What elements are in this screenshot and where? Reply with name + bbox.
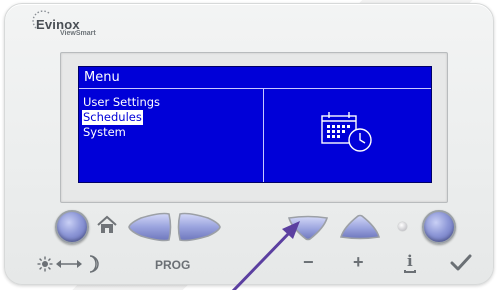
status-led [398,222,407,231]
screen-title: Menu [79,67,431,89]
up-arrow-button[interactable] [338,212,382,242]
left-arrow-button[interactable] [125,212,173,242]
plus-label: + [353,252,364,272]
brand-subname: ViewSmart [60,30,96,37]
sun-icon [37,256,53,272]
prog-label: PROG [155,258,191,272]
right-arrow-button[interactable] [176,212,224,242]
screen-divider [263,89,264,182]
mode-button[interactable] [55,210,89,244]
home-icon [97,215,117,233]
brand-logo: Evinox ViewSmart [32,10,96,37]
logo-arc-icon [32,10,51,29]
menu-item-user-settings[interactable]: User Settings [82,95,161,110]
menu-list: User Settings Schedules System [82,95,161,140]
minus-label: − [303,252,314,272]
info-icon: i [403,252,419,274]
info-label: i [407,252,413,270]
menu-item-schedules[interactable]: Schedules [82,110,143,125]
info-icon-base [404,270,416,273]
moon-icon [89,255,99,273]
menu-item-system[interactable]: System [82,125,127,140]
calendar-clock-icon [321,112,372,152]
checkmark-icon [450,254,472,271]
double-arrow-icon [56,260,82,268]
lcd-screen: Menu User Settings Schedules System [78,66,432,183]
confirm-round-button[interactable] [422,210,456,244]
down-arrow-button[interactable] [286,212,330,242]
